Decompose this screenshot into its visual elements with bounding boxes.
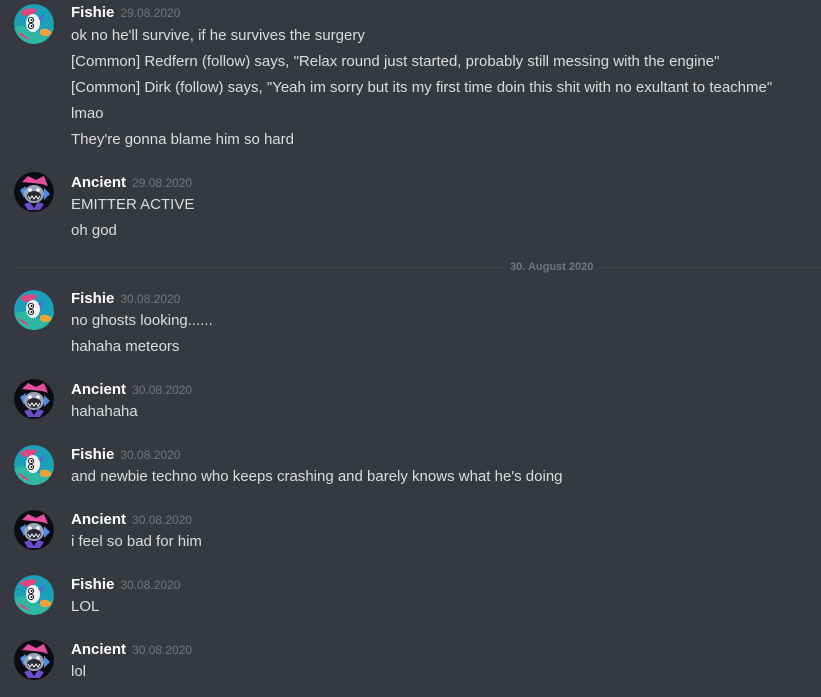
message-text: hahahaha: [71, 403, 138, 420]
message-header: Fishie 30.08.2020: [71, 445, 180, 465]
message-header: Fishie 30.08.2020: [71, 575, 180, 595]
ancient-avatar[interactable]: [14, 379, 54, 419]
message-text: hahaha meteors: [71, 338, 180, 355]
message-text: lol: [71, 663, 87, 680]
message-text: [Common] Dirk (follow) says, "Yeah im so…: [71, 79, 773, 96]
timestamp[interactable]: 30.08.2020: [120, 578, 180, 592]
username[interactable]: Fishie: [71, 290, 114, 307]
message-header: Ancient 30.08.2020: [71, 510, 192, 530]
message-text: and newbie techno who keeps crashing and…: [71, 468, 563, 485]
date-divider-label: 30. August 2020: [504, 260, 600, 274]
message-text: [Common] Redfern (follow) says, "Relax r…: [71, 53, 720, 70]
message-header: Ancient 29.08.2020: [71, 173, 192, 193]
username[interactable]: Fishie: [71, 4, 114, 21]
message-text: lmao: [71, 105, 104, 122]
message-text: ok no he'll survive, if he survives the …: [71, 27, 365, 44]
message-header: Fishie 30.08.2020: [71, 289, 180, 309]
message-text: no ghosts looking......: [71, 312, 213, 329]
fishie-avatar[interactable]: [14, 290, 54, 330]
timestamp[interactable]: 30.08.2020: [120, 448, 180, 462]
message-header: Fishie 29.08.2020: [71, 3, 180, 23]
username[interactable]: Ancient: [71, 511, 126, 528]
ancient-avatar[interactable]: [14, 510, 54, 550]
message-header: Ancient 30.08.2020: [71, 640, 192, 660]
timestamp[interactable]: 29.08.2020: [120, 6, 180, 20]
username[interactable]: Ancient: [71, 381, 126, 398]
message-text: oh god: [71, 222, 117, 239]
chat-messages: Fishie 29.08.2020 ok no he'll survive, if…: [0, 0, 821, 697]
date-divider-line: [16, 267, 821, 268]
username[interactable]: Fishie: [71, 446, 114, 463]
message-text: i feel so bad for him: [71, 533, 202, 550]
timestamp[interactable]: 29.08.2020: [132, 176, 192, 190]
fishie-avatar[interactable]: [14, 445, 54, 485]
timestamp[interactable]: 30.08.2020: [120, 292, 180, 306]
ancient-avatar[interactable]: [14, 640, 54, 680]
fishie-avatar[interactable]: [14, 575, 54, 615]
ancient-avatar[interactable]: [14, 172, 54, 212]
username[interactable]: Fishie: [71, 576, 114, 593]
timestamp[interactable]: 30.08.2020: [132, 383, 192, 397]
message-header: Ancient 30.08.2020: [71, 380, 192, 400]
fishie-avatar[interactable]: [14, 4, 54, 44]
message-text: LOL: [71, 598, 100, 615]
username[interactable]: Ancient: [71, 174, 126, 191]
timestamp[interactable]: 30.08.2020: [132, 643, 192, 657]
timestamp[interactable]: 30.08.2020: [132, 513, 192, 527]
message-text: EMITTER ACTIVE: [71, 196, 195, 213]
username[interactable]: Ancient: [71, 641, 126, 658]
message-text: They're gonna blame him so hard: [71, 131, 294, 148]
